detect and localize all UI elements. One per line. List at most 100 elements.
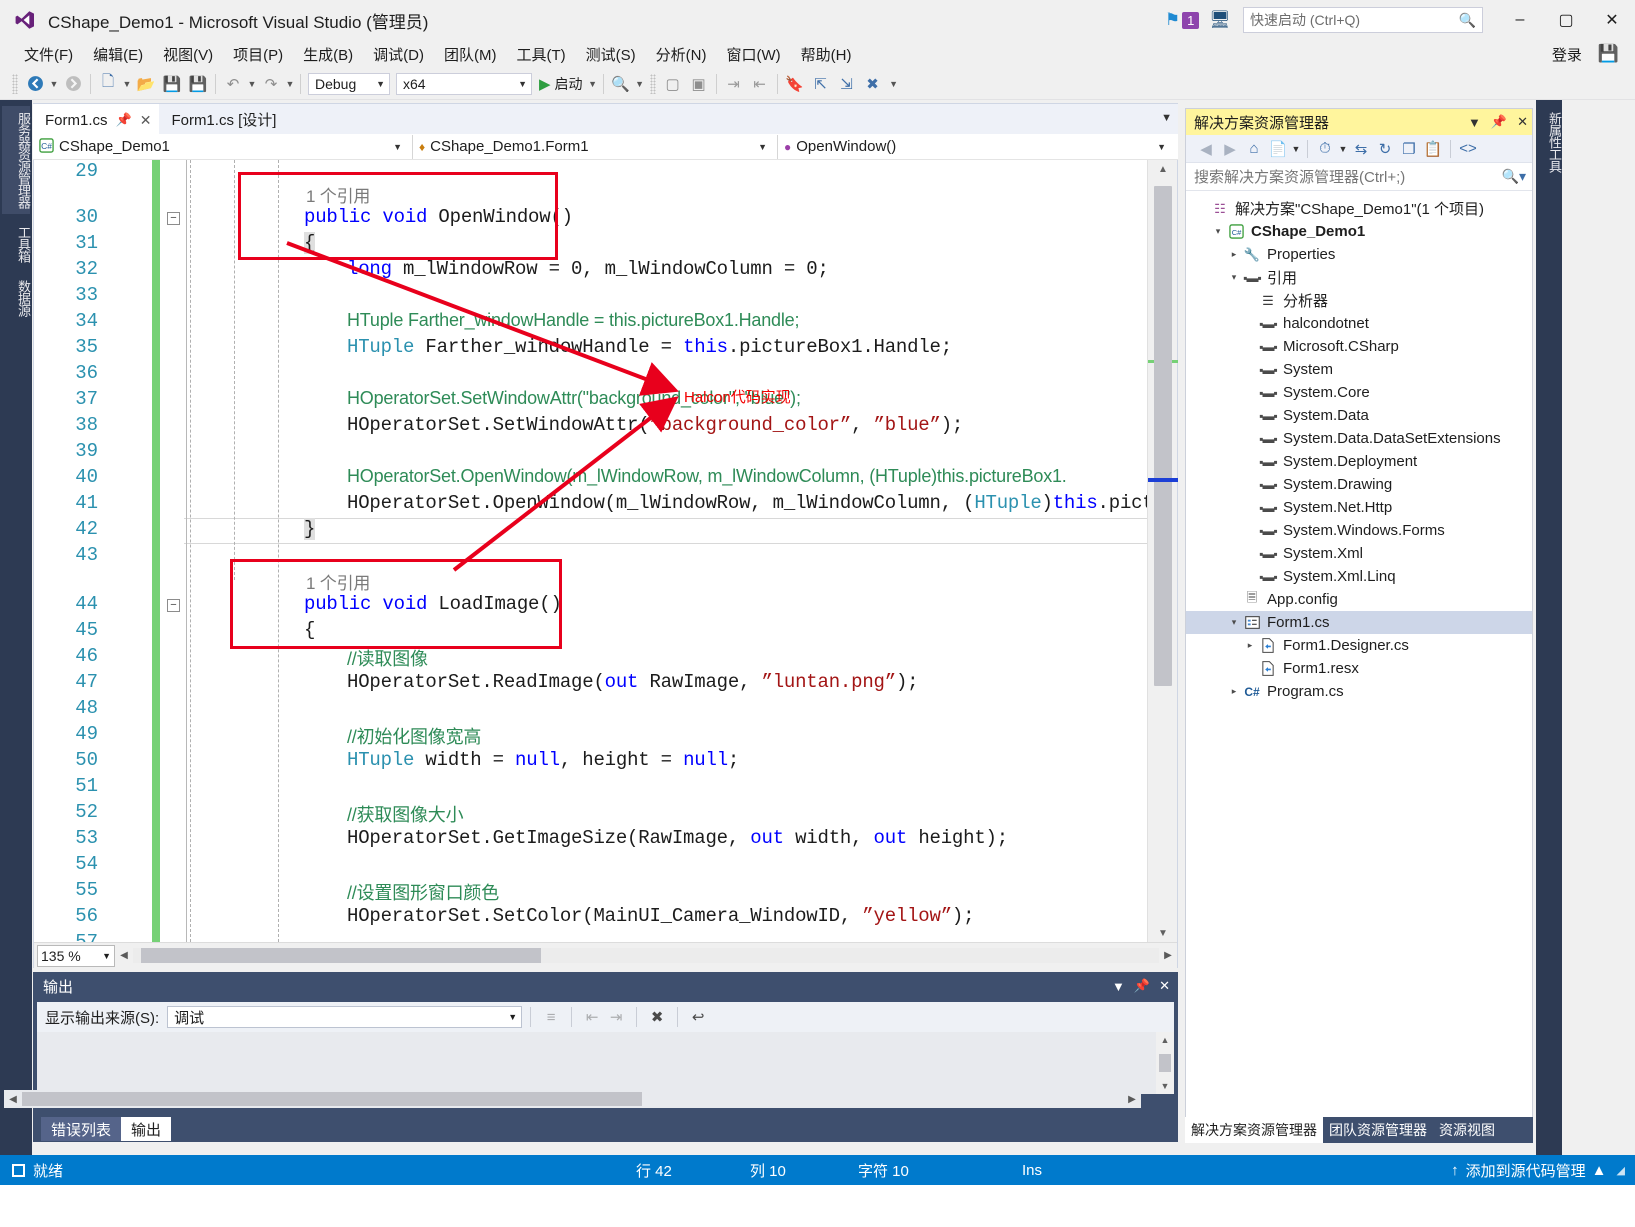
scroll-left-icon[interactable]: ◀ <box>4 1094 22 1105</box>
status-source-control[interactable]: ↑ 添加到源代码管理 ▲ ◢ <box>1451 1160 1625 1181</box>
chevron-down-icon[interactable]: ▼ <box>1112 979 1125 994</box>
feedback-icon[interactable]: 🖥 <box>1209 10 1231 30</box>
menu-item-view[interactable]: 视图(V) <box>153 42 223 67</box>
menu-item-test[interactable]: 测试(S) <box>576 42 646 67</box>
tree-item-reference[interactable]: ▪▬▪ System.Data.DataSetExtensions <box>1186 427 1532 450</box>
editor-horizontal-scrollbar[interactable] <box>133 948 1159 963</box>
uncomment-selection-icon[interactable]: ▣ <box>686 72 712 96</box>
editor-tab-form1-designer[interactable]: Form1.cs [设计] <box>159 104 285 134</box>
scroll-right-icon[interactable]: ▶ <box>1159 950 1177 961</box>
go-to-next-message-icon[interactable]: ⇥ <box>604 1006 628 1028</box>
tree-item-app-config[interactable]: 🗏 App.config <box>1186 588 1532 611</box>
chevron-up-icon[interactable]: ▲ <box>1592 1162 1607 1179</box>
twisty-expanded[interactable]: ▾ <box>1226 617 1242 628</box>
solution-explorer-search[interactable]: 搜索解决方案资源管理器(Ctrl+;) 🔍▾ <box>1186 163 1532 191</box>
menu-item-build[interactable]: 生成(B) <box>293 42 363 67</box>
tree-item-analyzer[interactable]: ☰ 分析器 <box>1186 289 1532 312</box>
scroll-up-icon[interactable]: ▲ <box>1148 160 1178 178</box>
menu-item-tools[interactable]: 工具(T) <box>506 42 575 67</box>
dock-tab-server-explorer[interactable]: 服务器资源管理器 <box>2 106 31 214</box>
tree-item-form1-resx[interactable]: Form1.resx <box>1186 657 1532 680</box>
navbar-class-dropdown[interactable]: ♦ CShape_Demo1.Form1 ▼ <box>413 134 778 159</box>
tree-item-reference[interactable]: ▪▬▪ System.Xml <box>1186 542 1532 565</box>
menu-item-help[interactable]: 帮助(H) <box>791 42 862 67</box>
chevron-down-icon[interactable]: ▼ <box>1468 115 1481 130</box>
close-icon[interactable]: ✕ <box>1517 114 1528 130</box>
tree-item-reference[interactable]: ▪▬▪ System.Core <box>1186 381 1532 404</box>
twisty-collapsed[interactable]: ▸ <box>1226 686 1242 697</box>
home-icon[interactable]: ⌂ <box>1242 137 1266 161</box>
find-message-icon[interactable]: ≡ <box>539 1006 563 1028</box>
outlining-collapse-loadimage[interactable]: − <box>167 599 180 612</box>
scroll-left-icon[interactable]: ◀ <box>115 950 133 961</box>
comment-selection-icon[interactable]: ▢ <box>660 72 686 96</box>
menu-item-analyze[interactable]: 分析(N) <box>646 42 717 67</box>
output-text-area[interactable]: ▲ ▼ <box>37 1032 1174 1094</box>
twisty-expanded[interactable]: ▾ <box>1210 226 1226 237</box>
attach-dropdown-icon[interactable]: ▼ <box>634 79 646 89</box>
go-to-previous-message-icon[interactable]: ⇤ <box>580 1006 604 1028</box>
tree-item-reference[interactable]: ▪▬▪ System.Drawing <box>1186 473 1532 496</box>
scroll-thumb[interactable] <box>1154 186 1172 686</box>
scroll-right-icon[interactable]: ▶ <box>1123 1094 1141 1105</box>
pin-icon[interactable]: 📌 <box>1491 114 1507 130</box>
scroll-up-icon[interactable]: ▲ <box>1156 1032 1174 1048</box>
save-icon[interactable]: 💾 <box>159 72 185 96</box>
code-editor[interactable]: 29 30 31 32 33 34 35 36 37 38 39 40 41 4… <box>34 160 1177 942</box>
tree-item-form1-cs[interactable]: ▾ Form1.cs <box>1186 611 1532 634</box>
tree-item-form1-designer-cs[interactable]: ▸ Form1.Designer.cs <box>1186 634 1532 657</box>
toolbar-grip[interactable] <box>12 73 18 94</box>
menu-item-project[interactable]: 项目(P) <box>223 42 293 67</box>
toggle-word-wrap-icon[interactable]: ↩ <box>686 1006 710 1028</box>
minimize-button[interactable]: – <box>1497 0 1543 40</box>
scroll-down-icon[interactable]: ▼ <box>1148 924 1178 942</box>
save-all-icon[interactable]: 💾 <box>185 72 211 96</box>
close-icon[interactable]: ✕ <box>140 112 152 129</box>
resize-grip[interactable]: ◢ <box>1617 1164 1625 1177</box>
tree-item-reference[interactable]: ▪▬▪ System.Xml.Linq <box>1186 565 1532 588</box>
solution-platform-dropdown[interactable]: x64 ▼ <box>396 72 532 95</box>
clear-bookmarks-icon[interactable]: ✖ <box>860 72 886 96</box>
output-scroll-thumb[interactable] <box>1159 1054 1171 1072</box>
properties-window-icon[interactable]: 📄 <box>1266 137 1290 161</box>
tab-solution-explorer[interactable]: 解决方案资源管理器 <box>1185 1117 1323 1143</box>
menu-item-edit[interactable]: 编辑(E) <box>83 42 153 67</box>
show-all-files-icon[interactable]: 📋 <box>1421 137 1445 161</box>
output-hscroll-thumb[interactable] <box>22 1092 642 1106</box>
cloud-save-icon[interactable]: 💾 <box>1598 44 1619 64</box>
tree-item-program-cs[interactable]: ▸ C# Program.cs <box>1186 680 1532 703</box>
increase-indent-icon[interactable]: ⇥ <box>721 72 747 96</box>
decrease-indent-icon[interactable]: ⇤ <box>747 72 773 96</box>
tab-team-explorer[interactable]: 团队资源管理器 <box>1323 1117 1433 1143</box>
toggle-bookmark-icon[interactable]: 🔖 <box>782 72 808 96</box>
tree-item-references[interactable]: ▾ ▪▬▪ 引用 <box>1186 266 1532 289</box>
horizontal-scroll-thumb[interactable] <box>141 948 541 963</box>
output-source-dropdown[interactable]: 调试 ▼ <box>167 1006 523 1028</box>
new-project-dropdown-icon[interactable]: ▼ <box>121 79 133 89</box>
start-dropdown-icon[interactable]: ▼ <box>587 79 599 89</box>
navbar-project-dropdown[interactable]: C# CShape_Demo1 ▼ <box>33 134 413 159</box>
new-project-icon[interactable]: 🗋 <box>95 72 121 96</box>
view-code-icon[interactable]: <> <box>1456 137 1480 161</box>
tree-item-properties[interactable]: ▸ 🔧 Properties <box>1186 243 1532 266</box>
editor-tab-form1-cs[interactable]: Form1.cs 📌 ✕ <box>33 104 160 134</box>
tree-item-reference[interactable]: ▪▬▪ System.Deployment <box>1186 450 1532 473</box>
output-vertical-scrollbar[interactable]: ▲ ▼ <box>1156 1032 1174 1094</box>
tree-item-reference[interactable]: ▪▬▪ Microsoft.CSharp <box>1186 335 1532 358</box>
dock-tab-properties[interactable]: 新属性工具 <box>1537 106 1562 178</box>
dock-tab-toolbox[interactable]: 工具箱 <box>2 220 31 268</box>
navigate-back-dropdown-icon[interactable]: ▼ <box>48 79 60 89</box>
scroll-down-icon[interactable]: ▼ <box>1156 1078 1174 1094</box>
redo-icon[interactable]: ↷ <box>258 72 284 96</box>
close-button[interactable]: ✕ <box>1589 0 1635 40</box>
navigate-forward-icon[interactable] <box>60 72 86 96</box>
menu-item-debug[interactable]: 调试(D) <box>363 42 434 67</box>
tree-item-solution[interactable]: ☷ 解决方案"CShape_Demo1"(1 个项目) <box>1186 197 1532 220</box>
tree-item-reference[interactable]: ▪▬▪ System.Data <box>1186 404 1532 427</box>
clear-all-icon[interactable]: ✖ <box>645 1006 669 1028</box>
tree-item-reference[interactable]: ▪▬▪ halcondotnet <box>1186 312 1532 335</box>
menu-item-window[interactable]: 窗口(W) <box>716 42 790 67</box>
solution-explorer-tree[interactable]: ☷ 解决方案"CShape_Demo1"(1 个项目) ▾ C# CShape_… <box>1186 191 1532 703</box>
tab-resource-view[interactable]: 资源视图 <box>1433 1117 1501 1143</box>
pending-changes-icon[interactable]: ⏱ <box>1313 137 1337 161</box>
